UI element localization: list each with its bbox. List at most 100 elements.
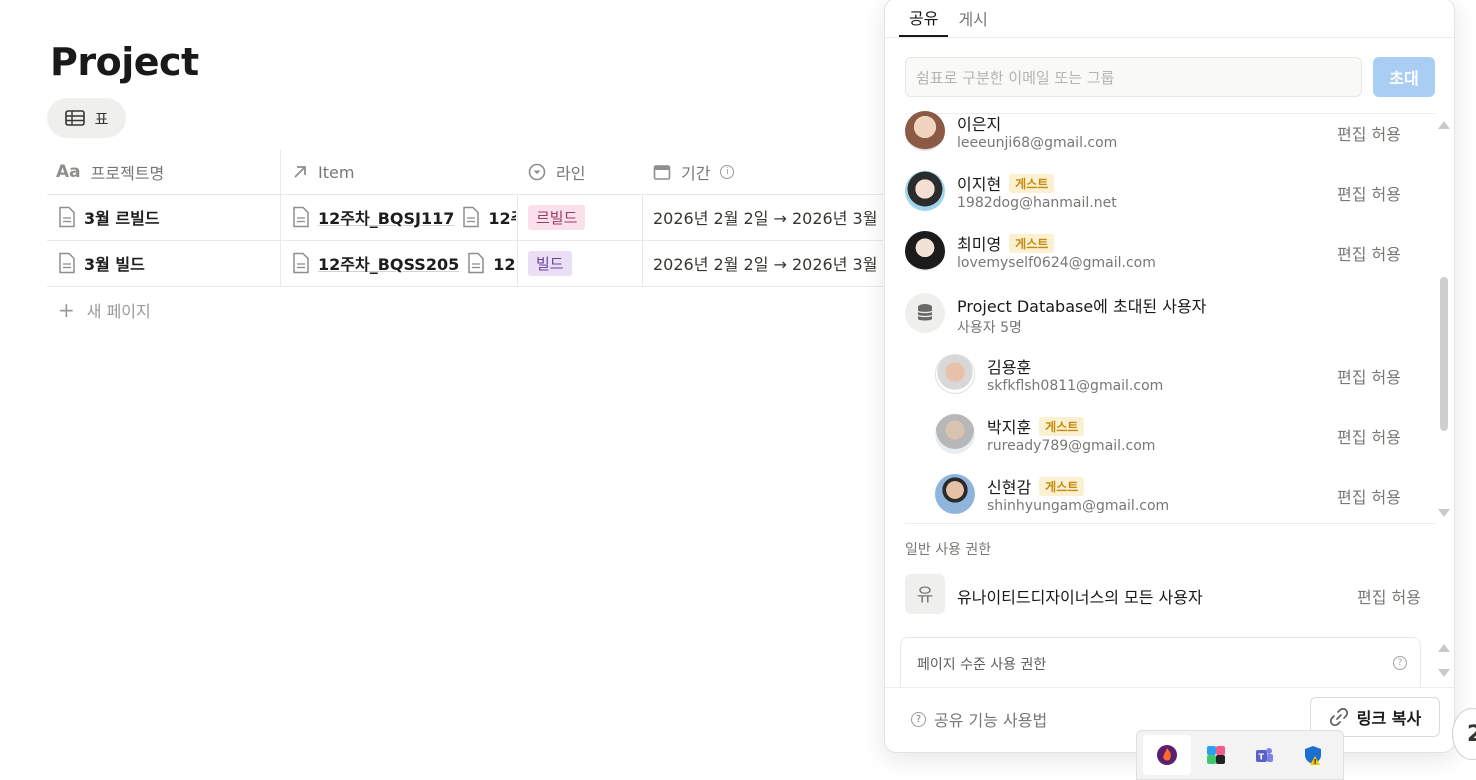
scroll-up-arrow[interactable] — [1438, 121, 1450, 129]
permission-dropdown[interactable]: 편집 허용 — [1337, 364, 1401, 388]
permission-dropdown[interactable]: 편집 허용 — [1337, 181, 1401, 205]
person-email: shinhyungam@gmail.com — [987, 498, 1170, 514]
invite-email-input[interactable]: 쉼표로 구분한 이메일 또는 그룹 — [905, 57, 1362, 97]
page-icon — [59, 206, 75, 228]
person-name: 이은지 — [957, 115, 1002, 134]
person-name: 신현감 게스트 — [987, 474, 1085, 498]
item-link[interactable]: 12주차_BQSS205 — [318, 251, 459, 275]
workspace-name: 유나이티드디자이너스의 모든 사용자 — [957, 588, 1203, 607]
divider — [47, 240, 883, 241]
row-title[interactable]: 3월 빌드 — [84, 251, 145, 275]
item-link[interactable]: 12주차_BQSJ117 — [318, 205, 454, 229]
page-icon — [463, 206, 480, 228]
page-icon — [468, 252, 484, 274]
person-name: 김용훈 — [987, 358, 1032, 377]
divider — [280, 150, 281, 286]
guest-badge: 게스트 — [1009, 173, 1055, 193]
page-icon — [293, 252, 309, 274]
notion-page: Project 표 Aa 프로젝트명 Item 라인 기간 i 3월 르빌드 1… — [0, 0, 1476, 780]
row-item-cell[interactable]: 12주차_BQSS205 12주 — [292, 242, 516, 284]
database-icon — [905, 293, 945, 333]
info-icon[interactable]: i — [720, 165, 735, 179]
question-icon: ? — [911, 711, 926, 727]
scroll-down-arrow[interactable] — [1438, 669, 1450, 677]
workspace-permission-dropdown[interactable]: 편집 허용 — [1357, 584, 1421, 608]
avatar — [935, 354, 975, 394]
row-name-cell[interactable]: 3월 르빌드 — [58, 196, 278, 238]
tab-publish[interactable]: 게시 — [948, 0, 997, 37]
divider — [905, 523, 1435, 524]
help-fab[interactable]: 2 — [1452, 708, 1476, 760]
share-help-link[interactable]: ? 공유 기능 사용법 — [911, 707, 1047, 731]
divider — [517, 194, 518, 286]
period-text: 2026년 2월 2일 → 2026년 3월 2 — [653, 255, 883, 274]
person-name: 이지현 게스트 — [957, 171, 1055, 195]
share-tabs: 공유 게시 — [899, 0, 998, 37]
security-shield-icon[interactable]: ! — [1289, 735, 1337, 775]
avatar — [935, 474, 975, 514]
person-email: 1982dog@hanmail.net — [957, 195, 1117, 211]
permission-dropdown[interactable]: 편집 허용 — [1337, 484, 1401, 508]
flame-app-icon[interactable] — [1143, 735, 1192, 775]
avatar — [935, 414, 975, 454]
item-link[interactable]: 12주 — [488, 205, 516, 229]
permission-dropdown[interactable]: 편집 허용 — [1337, 121, 1401, 145]
workspace-icon: 유 — [905, 574, 945, 614]
column-header-item[interactable]: Item — [292, 150, 354, 194]
share-panel: 공유 게시 쉼표로 구분한 이메일 또는 그룹 초대 이은지 leeeunji6… — [884, 0, 1455, 753]
teams-icon[interactable]: T — [1240, 735, 1288, 775]
row-line-cell[interactable]: 빌드 — [528, 242, 640, 284]
calendar-icon — [653, 165, 671, 180]
guest-badge: 게스트 — [1009, 233, 1055, 253]
person-name: 박지훈 게스트 — [987, 414, 1085, 438]
person-name: 최미영 게스트 — [957, 231, 1055, 255]
line-tag: 빌드 — [528, 250, 572, 276]
row-item-cell[interactable]: 12주차_BQSJ117 12주 — [292, 196, 516, 238]
page-icon — [59, 252, 75, 274]
row-name-cell[interactable]: 3월 빌드 — [58, 242, 278, 284]
permission-dropdown[interactable]: 편집 허용 — [1337, 424, 1401, 448]
avatar — [905, 231, 945, 271]
table-icon — [64, 110, 85, 126]
group-name[interactable]: Project Database에 초대된 사용자 — [957, 293, 1206, 317]
person-email: leeeunji68@gmail.com — [957, 135, 1118, 151]
scroll-up-arrow[interactable] — [1438, 644, 1450, 652]
page-icon — [293, 206, 309, 228]
plus-icon: + — [58, 298, 75, 322]
row-period-cell[interactable]: 2026년 2월 2일 → 2026년 3월 2 — [653, 242, 883, 284]
system-tray-overflow: T ! — [1136, 730, 1344, 780]
column-header-line[interactable]: 라인 — [528, 150, 585, 194]
permission-dropdown[interactable]: 편집 허용 — [1337, 241, 1401, 265]
item-link[interactable]: 12주 — [493, 251, 516, 275]
invite-button[interactable]: 초대 — [1373, 57, 1435, 97]
column-header-period[interactable]: 기간 i — [653, 150, 735, 194]
text-property-icon: Aa — [56, 162, 81, 182]
view-label: 표 — [94, 109, 109, 128]
scrollbar-thumb[interactable] — [1440, 277, 1448, 431]
person-email: lovemyself0624@gmail.com — [957, 255, 1156, 271]
table-view-tab[interactable]: 표 — [47, 98, 126, 138]
svg-text:T: T — [1259, 753, 1265, 762]
new-page-button[interactable]: + 새 페이지 — [58, 298, 151, 322]
question-icon[interactable]: ? — [1393, 656, 1407, 670]
tab-share[interactable]: 공유 — [899, 0, 949, 37]
page-level-permissions[interactable]: 페이지 수준 사용 권한 ? — [900, 637, 1421, 687]
page-level-label: 페이지 수준 사용 권한 — [917, 657, 1047, 673]
divider — [885, 37, 1454, 38]
scroll-down-arrow[interactable] — [1438, 509, 1450, 517]
status-icon — [528, 163, 546, 181]
divider — [885, 687, 1454, 688]
column-header-name[interactable]: Aa 프로젝트명 — [56, 150, 164, 194]
row-title[interactable]: 3월 르빌드 — [84, 205, 160, 229]
person-email: skfkflsh0811@gmail.com — [987, 378, 1164, 394]
divider — [642, 194, 643, 286]
group-count: 사용자 5명 — [957, 320, 1022, 336]
line-tag: 르빌드 — [528, 204, 586, 230]
row-period-cell[interactable]: 2026년 2월 2일 → 2026년 3월 1 — [653, 196, 883, 238]
divider — [47, 286, 883, 287]
period-text: 2026년 2월 2일 → 2026년 3월 1 — [653, 209, 883, 228]
divider — [47, 194, 883, 195]
copilot-app-icon[interactable] — [1192, 735, 1240, 775]
page-title: Project — [50, 40, 199, 84]
row-line-cell[interactable]: 르빌드 — [528, 196, 640, 238]
